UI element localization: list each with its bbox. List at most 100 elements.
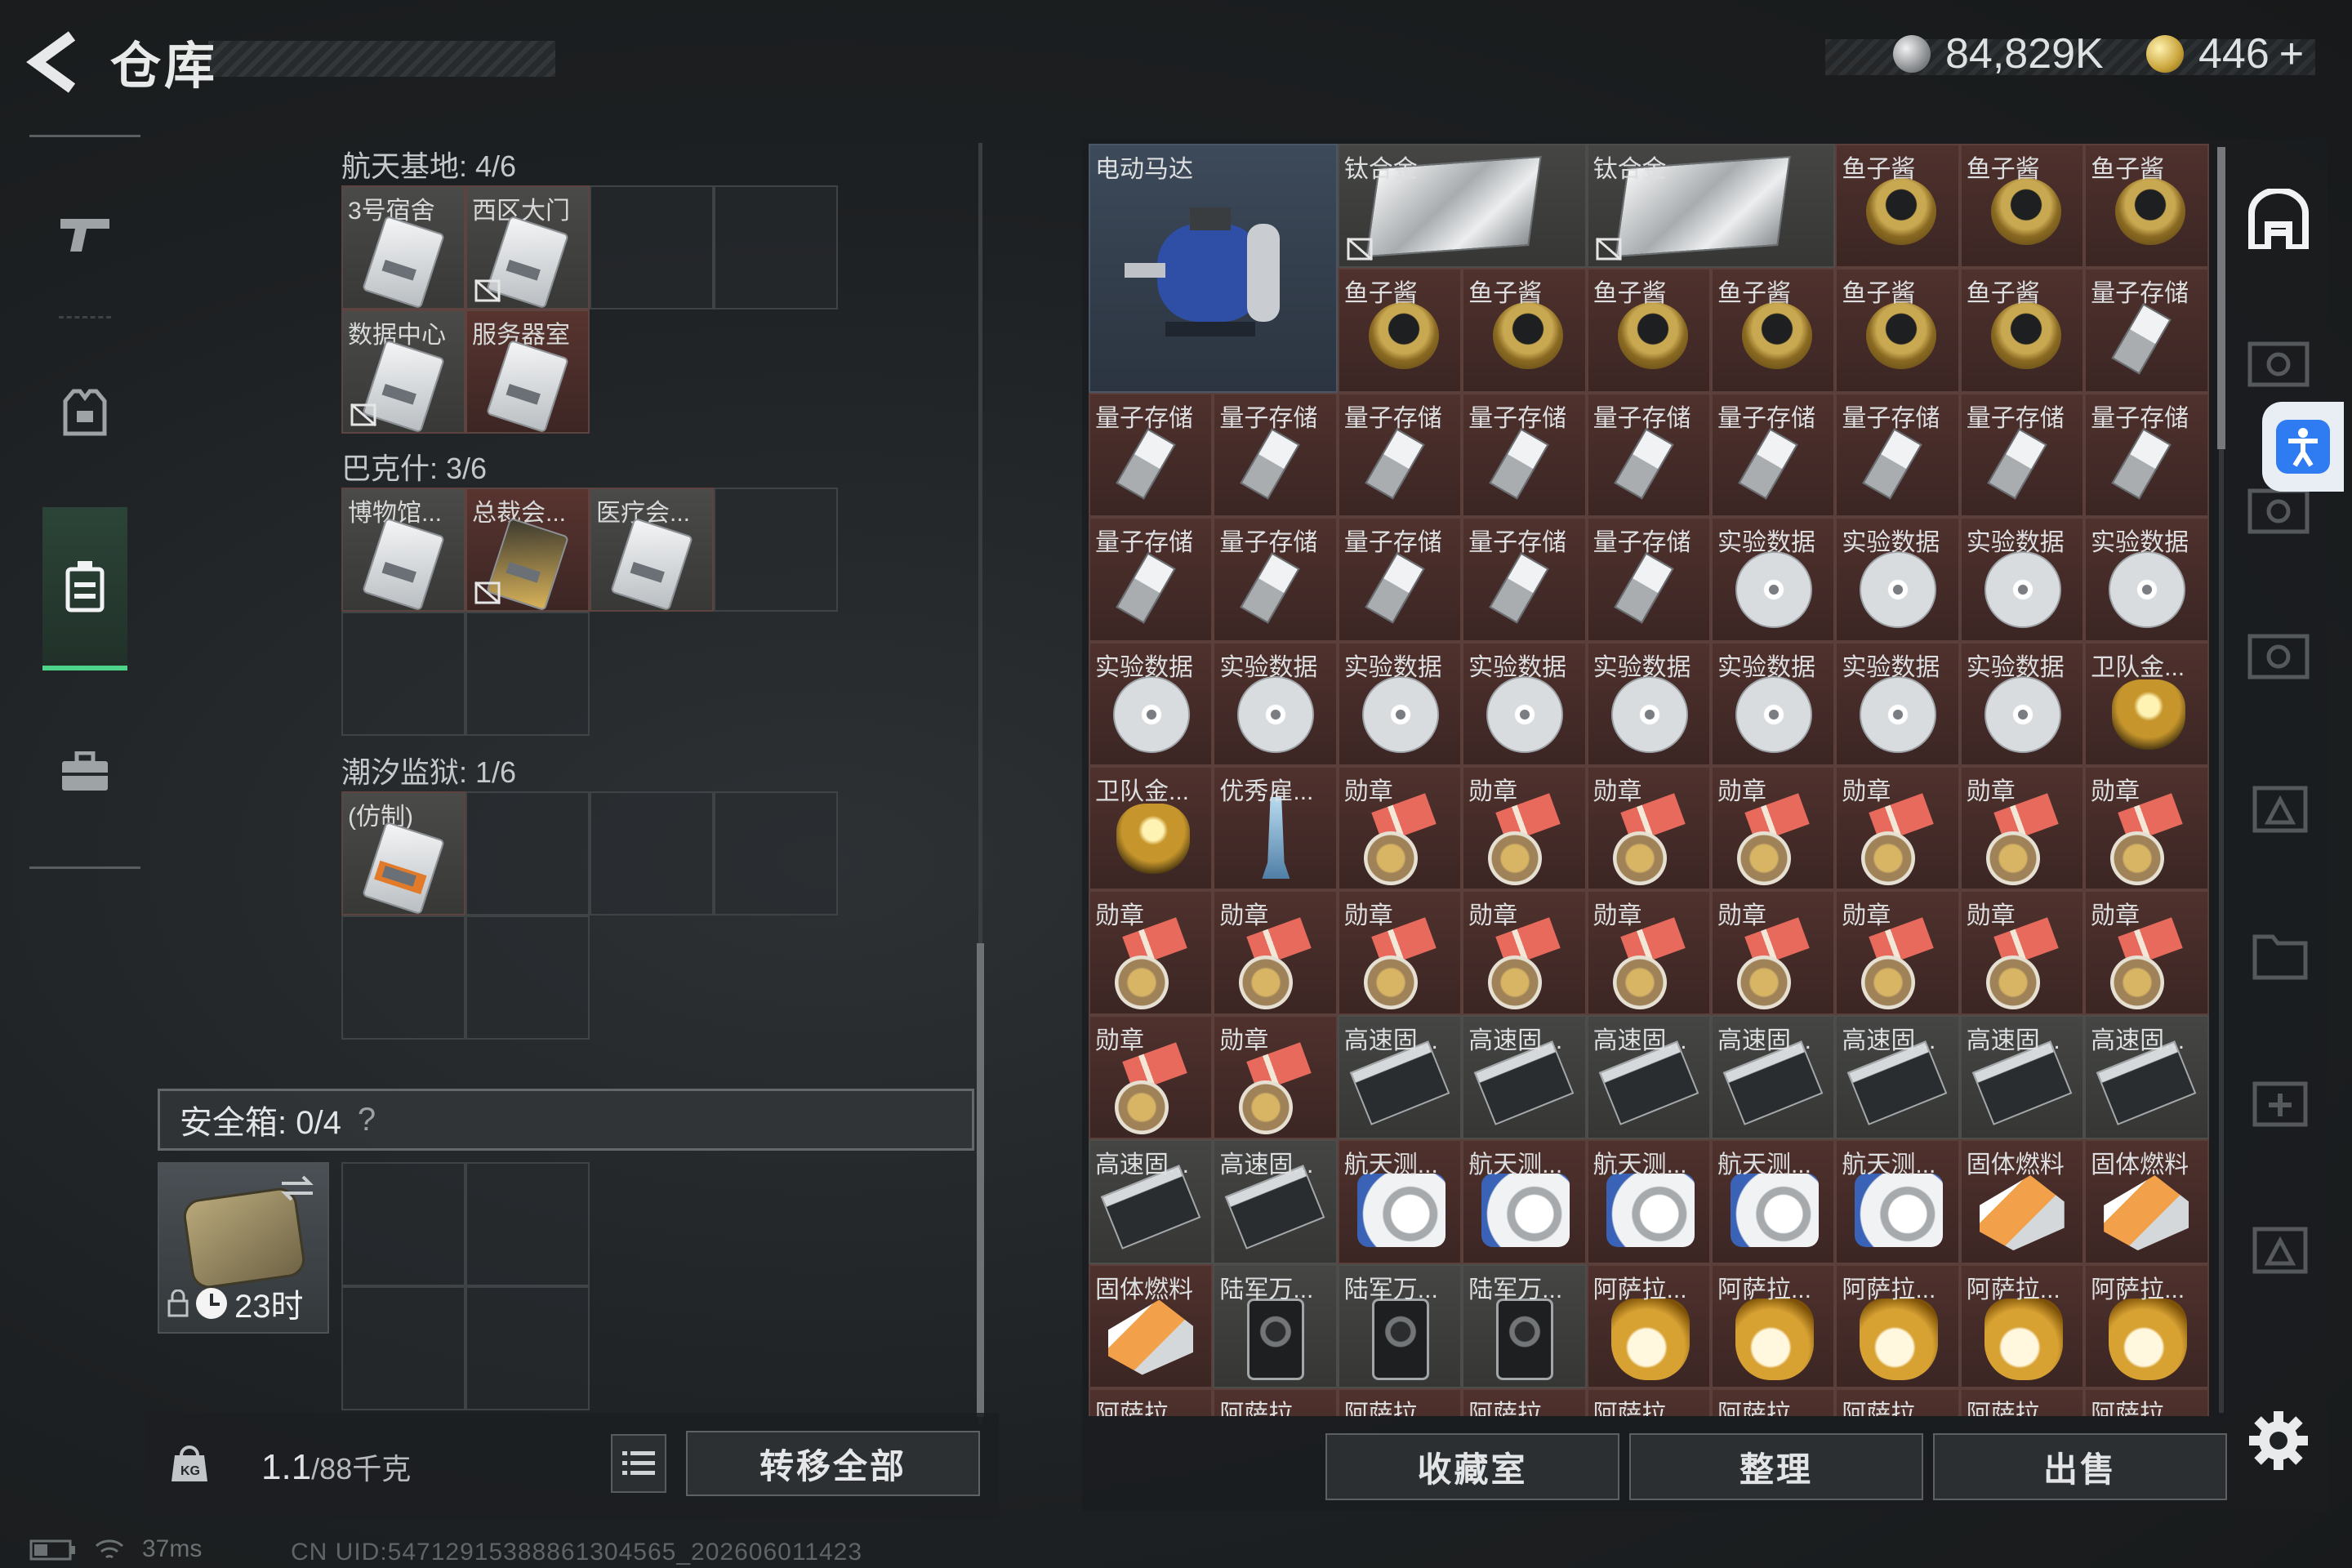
keycard-slot[interactable]: 西区大门 (466, 185, 590, 310)
item-quantum-storage[interactable]: 量子存储 (1213, 517, 1338, 642)
item-medal[interactable]: 勋章 (1213, 1014, 1338, 1140)
transfer-all-button[interactable]: 转移全部 (686, 1431, 980, 1496)
item-quantum-storage[interactable]: 量子存储 (2084, 392, 2209, 518)
item-experiment-data[interactable]: 实验数据 (1835, 517, 1960, 642)
item-asala-cup[interactable]: 阿萨拉... (1089, 1388, 1214, 1416)
stash-page-8[interactable] (2246, 1214, 2311, 1279)
help-icon[interactable]: ? (358, 1102, 376, 1138)
item-solid-fuel[interactable]: 固体燃料 (1959, 1139, 2085, 1264)
left-scrollbar[interactable] (977, 943, 984, 1417)
item-high-speed-ssd[interactable]: 高速固... (1213, 1139, 1338, 1264)
stash-page-5[interactable] (2246, 773, 2311, 838)
item-quantum-storage[interactable]: 量子存储 (1089, 392, 1214, 518)
item-asala-cup[interactable]: 阿萨拉... (2084, 1263, 2209, 1388)
item-high-speed-ssd[interactable]: 高速固... (1337, 1014, 1463, 1140)
sell-button[interactable]: 出售 (1933, 1433, 2227, 1500)
keycard-slot[interactable]: 总裁会... (466, 488, 590, 612)
item-asala-cup[interactable]: 阿萨拉... (2084, 1388, 2209, 1416)
item-army-radio[interactable]: 陆军万... (1462, 1263, 1587, 1388)
swap-icon[interactable] (278, 1174, 316, 1203)
empty-slot[interactable] (590, 791, 714, 915)
item-asala-cup[interactable]: 阿萨拉... (1835, 1388, 1960, 1416)
item-medal[interactable]: 勋章 (1337, 765, 1463, 891)
item-medal[interactable]: 勋章 (1337, 890, 1463, 1015)
item-experiment-data[interactable]: 实验数据 (1337, 641, 1463, 766)
keycard-slot[interactable]: 3号宿舍 (341, 185, 466, 310)
item-excellent-award[interactable]: 优秀雇... (1213, 765, 1338, 891)
item-high-speed-ssd[interactable]: 高速固... (1959, 1014, 2085, 1140)
item-medal[interactable]: 勋章 (1710, 890, 1836, 1015)
item-aerospace-gyro[interactable]: 航天测... (1337, 1139, 1463, 1264)
item-medal[interactable]: 勋章 (1089, 890, 1214, 1015)
keycard-slot[interactable]: 服务器室 (466, 310, 590, 434)
item-guard-ring[interactable]: 卫队金... (2084, 641, 2209, 766)
item-experiment-data[interactable]: 实验数据 (1710, 641, 1836, 766)
item-high-speed-ssd[interactable]: 高速固... (2084, 1014, 2209, 1140)
list-view-button[interactable] (611, 1434, 666, 1493)
item-solid-fuel[interactable]: 固体燃料 (1089, 1263, 1214, 1388)
item-quantum-storage[interactable]: 量子存储 (1959, 392, 2085, 518)
item-army-radio[interactable]: 陆军万... (1337, 1263, 1463, 1388)
item-caviar[interactable]: 鱼子酱 (1835, 268, 1960, 393)
item-asala-cup[interactable]: 阿萨拉... (1710, 1263, 1836, 1388)
item-medal[interactable]: 勋章 (1089, 1014, 1214, 1140)
item-aerospace-gyro[interactable]: 航天测... (1835, 1139, 1960, 1264)
item-titanium[interactable]: 钛合金 (1586, 144, 1836, 269)
stash-page-main[interactable] (2246, 186, 2311, 252)
stash-scrollbar[interactable] (2217, 147, 2225, 449)
item-army-radio[interactable]: 陆军万... (1213, 1263, 1338, 1388)
item-quantum-storage[interactable]: 量子存储 (2084, 268, 2209, 393)
item-quantum-storage[interactable]: 量子存储 (1462, 517, 1587, 642)
item-experiment-data[interactable]: 实验数据 (1213, 641, 1338, 766)
item-medal[interactable]: 勋章 (2084, 765, 2209, 891)
item-high-speed-ssd[interactable]: 高速固... (1835, 1014, 1960, 1140)
nav-storage[interactable] (42, 507, 127, 670)
item-medal[interactable]: 勋章 (1959, 890, 2085, 1015)
item-solid-fuel[interactable]: 固体燃料 (2084, 1139, 2209, 1264)
empty-slot[interactable] (341, 1162, 466, 1286)
keycard-slot[interactable]: 数据中心 (341, 310, 466, 434)
empty-slot[interactable] (341, 612, 466, 736)
item-high-speed-ssd[interactable]: 高速固... (1462, 1014, 1587, 1140)
item-asala-cup[interactable]: 阿萨拉... (1213, 1388, 1338, 1416)
item-asala-cup[interactable]: 阿萨拉... (1710, 1388, 1836, 1416)
keycard-slot[interactable]: (仿制) (341, 791, 466, 915)
item-medal[interactable]: 勋章 (2084, 890, 2209, 1015)
item-guard-ring[interactable]: 卫队金... (1089, 765, 1214, 891)
item-experiment-data[interactable]: 实验数据 (1835, 641, 1960, 766)
item-high-speed-ssd[interactable]: 高速固... (1089, 1139, 1214, 1264)
stash-page-4[interactable] (2246, 622, 2311, 688)
item-caviar[interactable]: 鱼子酱 (1710, 268, 1836, 393)
item-asala-cup[interactable]: 阿萨拉... (1835, 1263, 1960, 1388)
item-aerospace-gyro[interactable]: 航天测... (1586, 1139, 1711, 1264)
item-asala-cup[interactable]: 阿萨拉... (1586, 1388, 1711, 1416)
item-medal[interactable]: 勋章 (1462, 765, 1587, 891)
keycard-slot[interactable]: 博物馆... (341, 488, 466, 612)
item-high-speed-ssd[interactable]: 高速固... (1586, 1014, 1711, 1140)
item-experiment-data[interactable]: 实验数据 (1959, 517, 2085, 642)
empty-slot[interactable] (466, 915, 590, 1040)
nav-kit[interactable] (42, 690, 127, 853)
item-caviar[interactable]: 鱼子酱 (2084, 144, 2209, 269)
gear-icon[interactable] (2247, 1410, 2310, 1472)
empty-slot[interactable] (466, 1286, 590, 1410)
item-quantum-storage[interactable]: 量子存储 (1462, 392, 1587, 518)
item-quantum-storage[interactable]: 量子存储 (1337, 517, 1463, 642)
item-asala-cup[interactable]: 阿萨拉... (1337, 1388, 1463, 1416)
stash-page-6[interactable] (2246, 920, 2311, 985)
empty-slot[interactable] (714, 185, 838, 310)
item-asala-cup[interactable]: 阿萨拉... (1586, 1263, 1711, 1388)
item-medal[interactable]: 勋章 (1710, 765, 1836, 891)
nav-weapon[interactable] (42, 151, 127, 314)
empty-slot[interactable] (466, 1162, 590, 1286)
empty-slot[interactable] (341, 1286, 466, 1410)
item-caviar[interactable]: 鱼子酱 (1586, 268, 1711, 393)
accessibility-button[interactable] (2262, 402, 2344, 492)
item-medal[interactable]: 勋章 (1959, 765, 2085, 891)
item-medal[interactable]: 勋章 (1835, 765, 1960, 891)
item-caviar[interactable]: 鱼子酱 (1337, 268, 1463, 393)
item-aerospace-gyro[interactable]: 航天测... (1462, 1139, 1587, 1264)
item-quantum-storage[interactable]: 量子存储 (1835, 392, 1960, 518)
safe-box-item[interactable]: 23时 (158, 1162, 329, 1334)
currency-gold[interactable]: 446 + (2146, 29, 2304, 78)
